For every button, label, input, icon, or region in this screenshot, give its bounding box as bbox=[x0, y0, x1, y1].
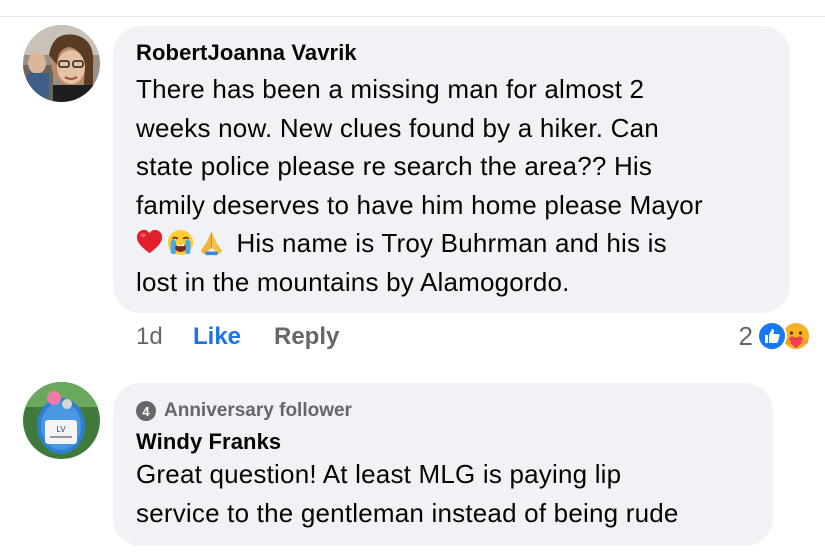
user-photo-icon bbox=[23, 25, 100, 102]
divider-line bbox=[0, 16, 825, 17]
svg-text:LV: LV bbox=[56, 425, 66, 434]
reaction-count: 2 bbox=[738, 320, 753, 351]
folded-hands-icon bbox=[200, 231, 223, 256]
comment-body: There has been a missing man for almost … bbox=[136, 70, 766, 301]
comment-bubble: 4 Anniversary follower Windy Franks Grea… bbox=[113, 383, 773, 546]
comment-line: lost in the mountains by Alamogordo. bbox=[136, 266, 570, 297]
comment-line: Great question! At least MLG is paying l… bbox=[136, 459, 622, 489]
comment-bubble: RobertJoanna Vavrik There has been a mis… bbox=[113, 26, 790, 313]
comment-line: There has been a missing man for almost … bbox=[136, 74, 645, 104]
like-reaction-icon bbox=[757, 321, 787, 351]
like-button[interactable]: Like bbox=[193, 323, 241, 351]
profile-picture-icon: LV bbox=[23, 382, 100, 459]
red-heart-icon bbox=[136, 229, 163, 254]
avatar[interactable]: LV bbox=[23, 382, 100, 459]
comment-line-text: His name is Troy Buhrman and his is bbox=[236, 228, 667, 258]
comment-author[interactable]: RobertJoanna Vavrik bbox=[136, 40, 766, 66]
comment-line-with-emojis: His name is Troy Buhrman and his is bbox=[136, 224, 766, 263]
comment-line: state police please re search the area??… bbox=[136, 151, 653, 181]
comment-body: Great question! At least MLG is paying l… bbox=[136, 455, 749, 532]
comment-line: service to the gentleman instead of bein… bbox=[136, 497, 679, 528]
loudly-crying-face-icon bbox=[167, 229, 194, 256]
badge-number: 4 bbox=[136, 401, 156, 421]
reaction-summary[interactable]: 2 bbox=[739, 316, 811, 356]
comment-line: family deserves to have him home please … bbox=[136, 189, 703, 220]
comment-author[interactable]: Windy Franks bbox=[136, 429, 749, 455]
badge-label: Anniversary follower bbox=[164, 400, 352, 421]
comment-line: weeks now. New clues found by a hiker. C… bbox=[136, 112, 659, 143]
reply-button[interactable]: Reply bbox=[274, 323, 339, 351]
comment-timestamp[interactable]: 1d bbox=[136, 323, 163, 351]
follower-badge: 4 Anniversary follower bbox=[136, 400, 749, 422]
avatar[interactable] bbox=[23, 25, 100, 102]
